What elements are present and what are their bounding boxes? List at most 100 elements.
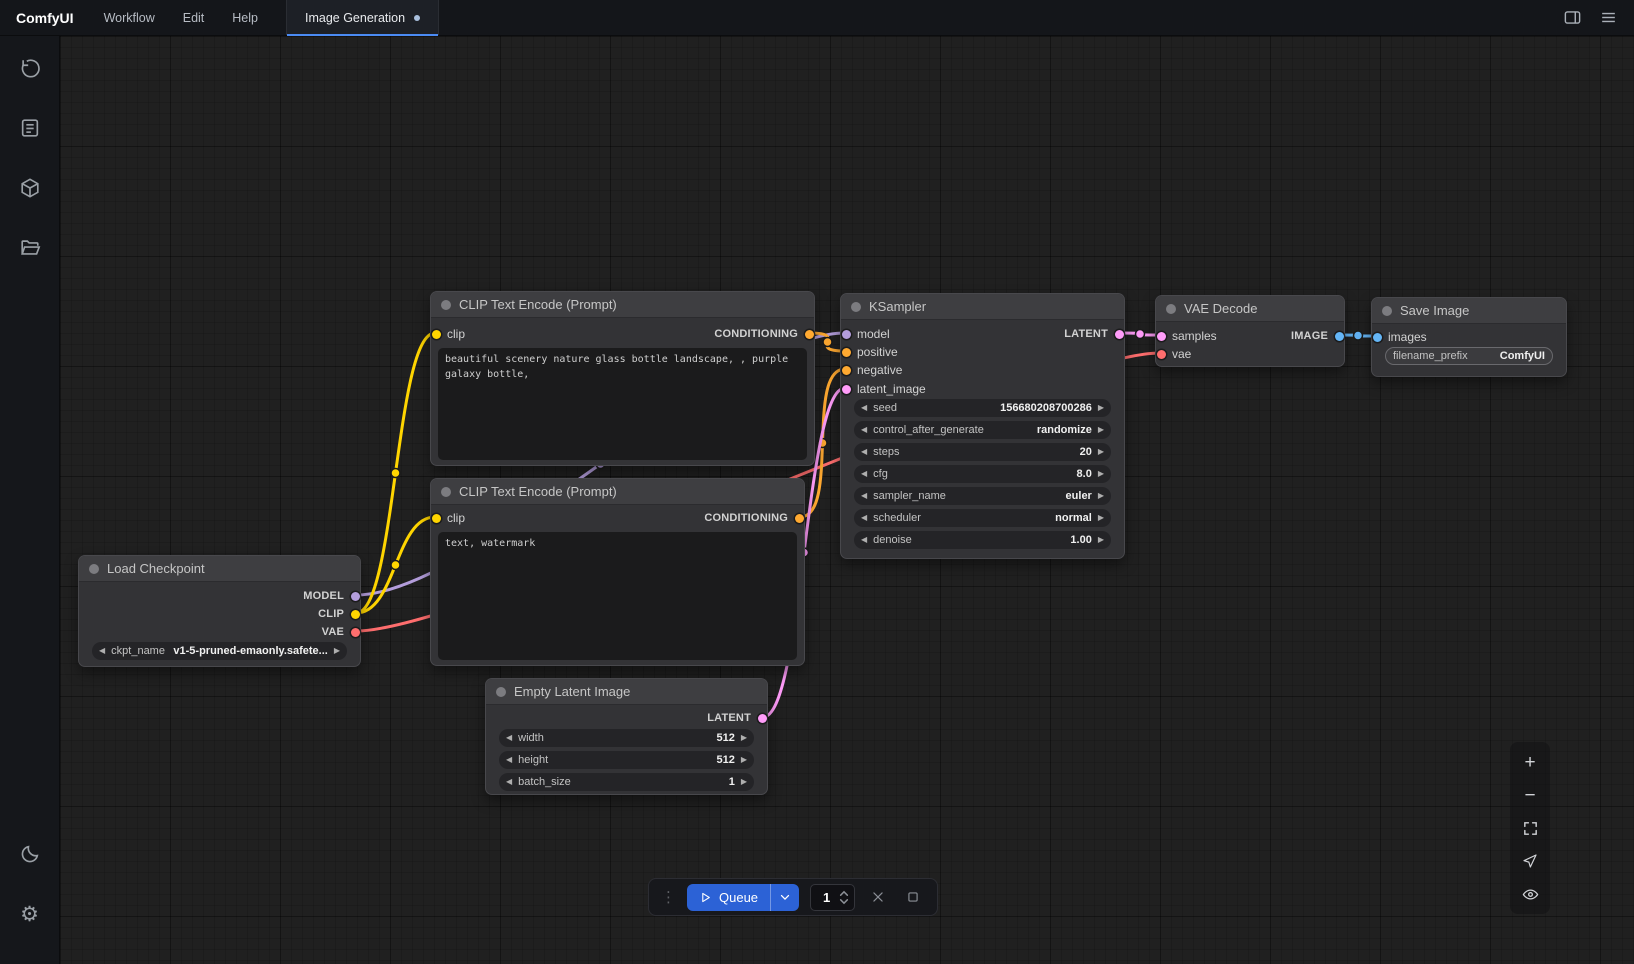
input-port-clip[interactable]: [432, 514, 441, 523]
collapse-dot[interactable]: [89, 564, 99, 574]
widget-batch_size[interactable]: ◀batch_size1▶: [499, 773, 754, 791]
widget-filename_prefix[interactable]: filename_prefixComfyUI: [1385, 347, 1553, 365]
input-port-positive[interactable]: [842, 348, 851, 357]
increment-icon[interactable]: [839, 890, 849, 897]
queue-button[interactable]: Queue: [687, 884, 770, 911]
output-port-conditioning[interactable]: [805, 330, 814, 339]
main-menu-button[interactable]: [1592, 4, 1624, 32]
panel-toggle-button[interactable]: [1556, 4, 1588, 32]
node-ksampler[interactable]: KSamplermodelpositivenegativelatent_imag…: [840, 293, 1125, 559]
workflows-folder-button[interactable]: [12, 230, 48, 266]
output-port-vae[interactable]: [351, 628, 360, 637]
widget-decrement-arrow-icon[interactable]: ◀: [861, 448, 867, 456]
output-port-model[interactable]: [351, 592, 360, 601]
widget-increment-arrow-icon[interactable]: ▶: [1098, 536, 1104, 544]
output-port-clip[interactable]: [351, 610, 360, 619]
widget-sampler_name[interactable]: ◀sampler_nameeuler▶: [854, 487, 1111, 505]
widget-width[interactable]: ◀width512▶: [499, 729, 754, 747]
input-port-samples[interactable]: [1157, 332, 1166, 341]
widget-height[interactable]: ◀height512▶: [499, 751, 754, 769]
fit-view-button[interactable]: [1515, 814, 1545, 842]
decrement-icon[interactable]: [839, 898, 849, 905]
zoom-out-button[interactable]: −: [1515, 781, 1545, 809]
batch-count-input[interactable]: 1: [810, 884, 855, 911]
collapse-dot[interactable]: [441, 487, 451, 497]
widget-control_after_generate[interactable]: ◀control_after_generaterandomize▶: [854, 421, 1111, 439]
node-save-image[interactable]: Save Imageimagesfilename_prefixComfyUI: [1371, 297, 1567, 377]
widget-decrement-arrow-icon[interactable]: ◀: [99, 647, 105, 655]
menu-help[interactable]: Help: [218, 0, 272, 35]
widget-increment-arrow-icon[interactable]: ▶: [1098, 404, 1104, 412]
widget-decrement-arrow-icon[interactable]: ◀: [861, 536, 867, 544]
node-clip-encode-positive[interactable]: CLIP Text Encode (Prompt)clipCONDITIONIN…: [430, 291, 815, 466]
widget-decrement-arrow-icon[interactable]: ◀: [506, 756, 512, 764]
widget-increment-arrow-icon[interactable]: ▶: [1098, 426, 1104, 434]
queue-options-dropdown[interactable]: [770, 884, 799, 911]
node-header[interactable]: Load Checkpoint: [79, 556, 360, 582]
input-port-latent_image[interactable]: [842, 385, 851, 394]
node-clip-encode-negative[interactable]: CLIP Text Encode (Prompt)clipCONDITIONIN…: [430, 478, 805, 666]
widget-denoise[interactable]: ◀denoise1.00▶: [854, 531, 1111, 549]
widget-increment-arrow-icon[interactable]: ▶: [741, 756, 747, 764]
widget-steps[interactable]: ◀steps20▶: [854, 443, 1111, 461]
collapse-dot[interactable]: [851, 302, 861, 312]
zoom-in-button[interactable]: +: [1515, 748, 1545, 776]
node-empty-latent[interactable]: Empty Latent ImageLATENT◀width512▶◀heigh…: [485, 678, 768, 795]
settings-button[interactable]: ⚙: [12, 896, 48, 932]
widget-decrement-arrow-icon[interactable]: ◀: [861, 470, 867, 478]
widget-scheduler[interactable]: ◀schedulernormal▶: [854, 509, 1111, 527]
widget-increment-arrow-icon[interactable]: ▶: [1098, 470, 1104, 478]
widget-increment-arrow-icon[interactable]: ▶: [741, 778, 747, 786]
widget-decrement-arrow-icon[interactable]: ◀: [506, 734, 512, 742]
collapse-dot[interactable]: [1382, 306, 1392, 316]
input-port-clip[interactable]: [432, 330, 441, 339]
node-load-checkpoint[interactable]: Load CheckpointMODELCLIPVAE◀ckpt_namev1-…: [78, 555, 361, 667]
menu-workflow[interactable]: Workflow: [90, 0, 169, 35]
widget-decrement-arrow-icon[interactable]: ◀: [861, 514, 867, 522]
widget-seed[interactable]: ◀seed156680208700286▶: [854, 399, 1111, 417]
collapse-dot[interactable]: [441, 300, 451, 310]
input-port-vae[interactable]: [1157, 350, 1166, 359]
node-library-button[interactable]: [12, 110, 48, 146]
output-port-latent[interactable]: [758, 714, 767, 723]
theme-toggle-button[interactable]: [12, 836, 48, 872]
prompt-textarea[interactable]: beautiful scenery nature glass bottle la…: [438, 348, 807, 460]
node-header[interactable]: VAE Decode: [1156, 296, 1344, 322]
node-header[interactable]: Save Image: [1372, 298, 1566, 324]
tab-image-generation[interactable]: Image Generation: [286, 0, 439, 35]
collapse-dot[interactable]: [496, 687, 506, 697]
widget-decrement-arrow-icon[interactable]: ◀: [861, 404, 867, 412]
output-port-latent[interactable]: [1115, 330, 1124, 339]
widget-increment-arrow-icon[interactable]: ▶: [1098, 492, 1104, 500]
clear-queue-button[interactable]: [866, 885, 890, 909]
menu-edit[interactable]: Edit: [169, 0, 219, 35]
input-port-model[interactable]: [842, 330, 851, 339]
widget-ckpt_name[interactable]: ◀ckpt_namev1-5-pruned-emaonly.safete...▶: [92, 642, 347, 660]
node-vae-decode[interactable]: VAE DecodesamplesvaeIMAGE: [1155, 295, 1345, 367]
node-header[interactable]: Empty Latent Image: [486, 679, 767, 705]
model-library-button[interactable]: [12, 170, 48, 206]
widget-decrement-arrow-icon[interactable]: ◀: [861, 492, 867, 500]
widget-increment-arrow-icon[interactable]: ▶: [1098, 514, 1104, 522]
output-port-conditioning[interactable]: [795, 514, 804, 523]
widget-decrement-arrow-icon[interactable]: ◀: [506, 778, 512, 786]
input-port-negative[interactable]: [842, 366, 851, 375]
widget-increment-arrow-icon[interactable]: ▶: [741, 734, 747, 742]
widget-increment-arrow-icon[interactable]: ▶: [1098, 448, 1104, 456]
output-port-image[interactable]: [1335, 332, 1344, 341]
drag-handle-icon[interactable]: ⋮: [661, 890, 676, 905]
app-logo[interactable]: ComfyUI: [0, 0, 90, 35]
stop-button[interactable]: [901, 885, 925, 909]
node-header[interactable]: KSampler: [841, 294, 1124, 320]
input-port-images[interactable]: [1373, 333, 1382, 342]
select-mode-button[interactable]: [1515, 847, 1545, 875]
toggle-visibility-button[interactable]: [1515, 880, 1545, 908]
workflows-history-button[interactable]: [12, 50, 48, 86]
widget-cfg[interactable]: ◀cfg8.0▶: [854, 465, 1111, 483]
collapse-dot[interactable]: [1166, 304, 1176, 314]
widget-decrement-arrow-icon[interactable]: ◀: [861, 426, 867, 434]
node-header[interactable]: CLIP Text Encode (Prompt): [431, 479, 804, 505]
node-canvas[interactable]: Load CheckpointMODELCLIPVAE◀ckpt_namev1-…: [60, 36, 1634, 964]
node-header[interactable]: CLIP Text Encode (Prompt): [431, 292, 814, 318]
prompt-textarea[interactable]: text, watermark: [438, 532, 797, 660]
